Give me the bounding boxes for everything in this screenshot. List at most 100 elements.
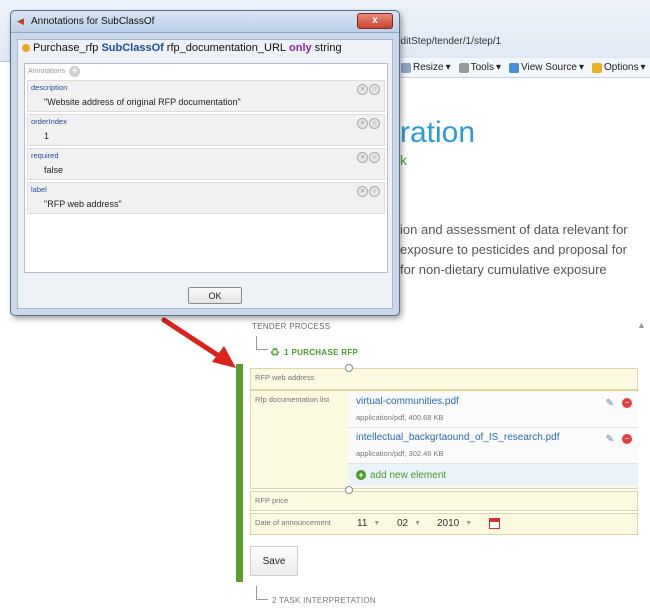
document-link[interactable]: intellectual_backgrtaound_of_IS_research… xyxy=(356,432,559,443)
delete-annotation-icon[interactable]: × xyxy=(357,152,368,163)
add-annotation-icon[interactable]: + xyxy=(68,66,80,77)
save-button[interactable]: Save xyxy=(250,546,298,576)
annotation-controls: × ○ xyxy=(357,84,380,95)
rfp-documentation-list-label: Rfp documentation list xyxy=(255,395,330,404)
toolbar-options-label: Options xyxy=(604,62,639,73)
edit-icon[interactable]: ✎ xyxy=(606,434,614,445)
document-link[interactable]: virtual-communities.pdf xyxy=(356,396,459,407)
axiom-quantifier: only xyxy=(289,42,312,54)
close-button[interactable]: x xyxy=(357,13,393,29)
month-value: 02 xyxy=(397,518,409,529)
annotations-dialog: ◀ Annotations for SubClassOf x Purchase_… xyxy=(10,10,400,316)
annotations-header-label: Annotations xyxy=(28,68,65,75)
day-select[interactable]: 11 ▼ xyxy=(357,518,380,529)
class-icon xyxy=(22,44,30,52)
add-icon: + xyxy=(356,470,366,480)
edit-annotation-icon[interactable]: ○ xyxy=(369,84,380,95)
chevron-down-icon: ▼ xyxy=(465,520,473,527)
rfp-price-label: RFP price xyxy=(255,496,289,505)
chevron-down-icon: ▾ xyxy=(495,62,501,73)
annotation-value: "Website address of original RFP documen… xyxy=(44,97,241,107)
recycle-icon: ♻ xyxy=(270,347,281,359)
annotations-panel: Annotations + description "Website addre… xyxy=(24,63,388,273)
edit-annotation-icon[interactable]: ○ xyxy=(369,186,380,197)
date-of-announcement-label: Date of announcement xyxy=(255,518,331,527)
chevron-down-icon: ▼ xyxy=(373,520,381,527)
edit-annotation-icon[interactable]: ○ xyxy=(369,118,380,129)
annotation-row[interactable]: required false × ○ xyxy=(27,148,385,180)
delete-icon[interactable]: − xyxy=(622,434,632,444)
annotations-header: Annotations + xyxy=(28,66,80,77)
tools-icon xyxy=(458,62,469,73)
axiom-property: rfp_documentation_URL xyxy=(166,42,287,54)
dialog-title: Annotations for SubClassOf xyxy=(31,16,155,27)
edit-icon[interactable]: ✎ xyxy=(606,398,614,409)
chevron-down-icon: ▼ xyxy=(414,520,422,527)
annotation-controls: × ○ xyxy=(357,186,380,197)
toolbar-resize[interactable]: Resize ▾ xyxy=(401,62,451,73)
step-1-link[interactable]: ♻ 1 PURCHASE RFP xyxy=(270,346,358,359)
annotation-key: label xyxy=(31,185,47,194)
annotation-controls: × ○ xyxy=(357,118,380,129)
collapse-icon[interactable]: ▲ xyxy=(637,320,646,330)
toolbar-resize-label: Resize xyxy=(413,62,444,73)
ok-button[interactable]: OK xyxy=(188,287,242,304)
delete-annotation-icon[interactable]: × xyxy=(357,186,368,197)
step-1-label: 1 PURCHASE RFP xyxy=(284,348,359,357)
month-select[interactable]: 02 ▼ xyxy=(397,518,421,529)
annotation-key: orderIndex xyxy=(31,117,67,126)
options-icon xyxy=(592,62,602,73)
rfp-price-field[interactable]: RFP price xyxy=(250,491,638,511)
dialog-titlebar[interactable]: ◀ Annotations for SubClassOf x xyxy=(11,11,399,33)
drag-handle-icon[interactable] xyxy=(345,486,353,494)
annotation-key: required xyxy=(31,151,59,160)
toolbar-tools[interactable]: Tools ▾ xyxy=(458,62,501,73)
section-title: TENDER PROCESS xyxy=(252,322,331,331)
annotation-row[interactable]: label "RFP web address" × ○ xyxy=(27,182,385,214)
description-line: for non-dietary cumulative exposure xyxy=(400,262,607,277)
rfp-web-address-field[interactable]: RFP web address xyxy=(250,368,638,390)
description-line: ion and assessment of data relevant for xyxy=(400,222,628,237)
annotation-row[interactable]: orderIndex 1 × ○ xyxy=(27,114,385,146)
document-meta: application/pdf, 302.46 KB xyxy=(356,449,444,458)
drag-handle-icon[interactable] xyxy=(345,364,353,372)
list-item: virtual-communities.pdf application/pdf,… xyxy=(348,392,638,428)
list-item: intellectual_backgrtaound_of_IS_research… xyxy=(348,428,638,464)
annotation-controls: × ○ xyxy=(357,152,380,163)
page-title: ration xyxy=(400,116,476,149)
date-of-announcement-field: Date of announcement 11 ▼ 02 ▼ 2010 ▼ xyxy=(250,513,638,535)
chevron-down-icon: ▾ xyxy=(445,62,451,73)
add-new-element-button[interactable]: + add new element xyxy=(348,464,638,486)
address-bar[interactable]: editStep/tender/1/step/1 xyxy=(395,36,650,50)
toolbar-tools-label: Tools xyxy=(470,62,494,73)
chevron-down-icon: ▾ xyxy=(640,62,646,73)
page-description: ion and assessment of data relevant for … xyxy=(400,220,645,280)
description-line: exposure to pesticides and proposal for xyxy=(400,242,627,257)
toolbar-view-source[interactable]: View Source ▾ xyxy=(509,62,584,73)
axiom-subject: Purchase_rfp xyxy=(33,42,99,54)
view-source-icon xyxy=(509,62,519,73)
axiom-expression: Purchase_rfp SubClassOf rfp_documentatio… xyxy=(22,42,342,54)
active-step-bar xyxy=(236,364,243,582)
edit-annotation-icon[interactable]: ○ xyxy=(369,152,380,163)
rfp-web-address-label: RFP web address xyxy=(255,373,315,382)
document-meta: application/pdf, 400.68 KB xyxy=(356,413,444,422)
year-value: 2010 xyxy=(437,518,460,529)
annotation-value: false xyxy=(44,165,64,175)
delete-annotation-icon[interactable]: × xyxy=(357,118,368,129)
dialog-body: Purchase_rfp SubClassOf rfp_documentatio… xyxy=(17,39,393,309)
annotation-key: description xyxy=(31,83,68,92)
delete-icon[interactable]: − xyxy=(622,398,632,408)
add-new-element-label: add new element xyxy=(370,469,447,481)
annotation-value: "RFP web address" xyxy=(44,199,122,209)
step-2-link[interactable]: 2 TASK INTERPRETATION xyxy=(272,596,376,605)
day-value: 11 xyxy=(357,518,368,529)
annotation-row[interactable]: description "Website address of original… xyxy=(27,80,385,112)
delete-annotation-icon[interactable]: × xyxy=(357,84,368,95)
tree-branch xyxy=(256,336,268,350)
tree-branch xyxy=(256,586,268,600)
axiom-range: string xyxy=(314,42,342,54)
year-select[interactable]: 2010 ▼ xyxy=(437,518,472,529)
calendar-icon[interactable] xyxy=(489,518,500,529)
toolbar-options[interactable]: Options ▾ xyxy=(592,62,646,73)
